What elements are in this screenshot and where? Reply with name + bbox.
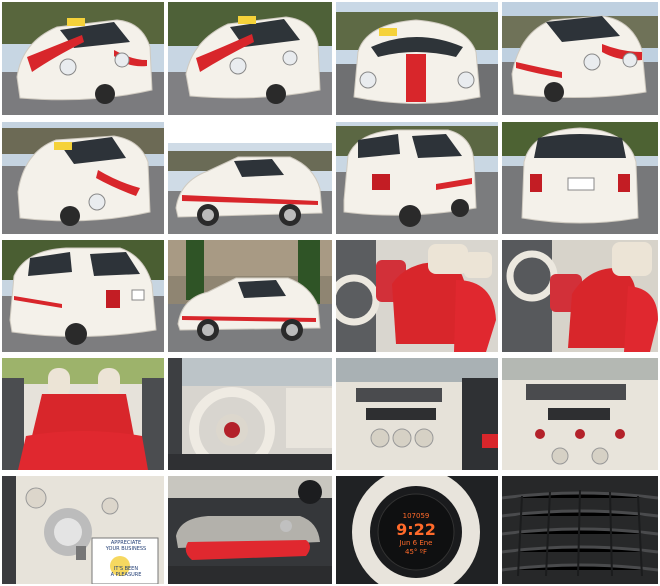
photo-6-image: [168, 143, 332, 234]
photo-3[interactable]: [336, 2, 498, 115]
photo-12[interactable]: [502, 240, 658, 352]
photo-11-image: [336, 240, 498, 352]
photo-9[interactable]: [2, 240, 164, 352]
photo-8-image: [502, 122, 658, 234]
photo-12-image: [502, 240, 658, 352]
card-line-2: YOUR BUSINESS: [105, 546, 147, 552]
temp-unit: ºF: [419, 548, 427, 556]
photo-13[interactable]: [2, 358, 164, 470]
photo-20-image: [502, 476, 658, 584]
card-line-4: A PLEASURE: [110, 572, 142, 578]
photo-17[interactable]: APPRECIATE YOUR BUSINESS IT'S BEEN A PLE…: [2, 476, 164, 584]
photo-16-image: [502, 358, 658, 470]
photo-4[interactable]: [502, 2, 658, 115]
photo-14[interactable]: [168, 358, 332, 470]
clock-readout: 9:22: [396, 520, 436, 539]
photo-9-image: [2, 240, 164, 352]
photo-gallery: APPRECIATE YOUR BUSINESS IT'S BEEN A PLE…: [0, 0, 660, 586]
photo-15-image: [336, 358, 498, 470]
photo-13-image: [2, 358, 164, 470]
temp-value: 45°: [405, 548, 418, 556]
photo-2-image: [168, 2, 332, 115]
photo-5[interactable]: [2, 122, 164, 234]
shifter-card-text: APPRECIATE YOUR BUSINESS IT'S BEEN A PLE…: [96, 540, 156, 578]
photo-5-image: [2, 122, 164, 234]
photo-4-image: [502, 2, 658, 115]
temperature-readout: 45° ºF: [388, 548, 444, 557]
photo-14-image: [168, 358, 332, 470]
photo-6[interactable]: [168, 143, 332, 234]
photo-7[interactable]: [336, 122, 498, 234]
photo-3-image: [336, 2, 498, 115]
photo-10-image: [168, 240, 332, 352]
photo-19[interactable]: 107059 9:22 Jun 6 Ene 45° ºF: [336, 476, 498, 584]
photo-1-image: [2, 2, 164, 115]
photo-1[interactable]: [2, 2, 164, 115]
photo-16[interactable]: [502, 358, 658, 470]
photo-20[interactable]: [502, 476, 658, 584]
instrument-cluster-display: 107059 9:22 Jun 6 Ene 45° ºF: [388, 512, 444, 557]
photo-11[interactable]: [336, 240, 498, 352]
photo-7-image: [336, 122, 498, 234]
photo-8[interactable]: [502, 122, 658, 234]
photo-2[interactable]: [168, 2, 332, 115]
date-readout: Jun 6 Ene: [399, 539, 433, 547]
photo-10[interactable]: [168, 240, 332, 352]
photo-18[interactable]: [168, 476, 332, 584]
photo-18-image: [168, 476, 332, 584]
photo-15[interactable]: [336, 358, 498, 470]
